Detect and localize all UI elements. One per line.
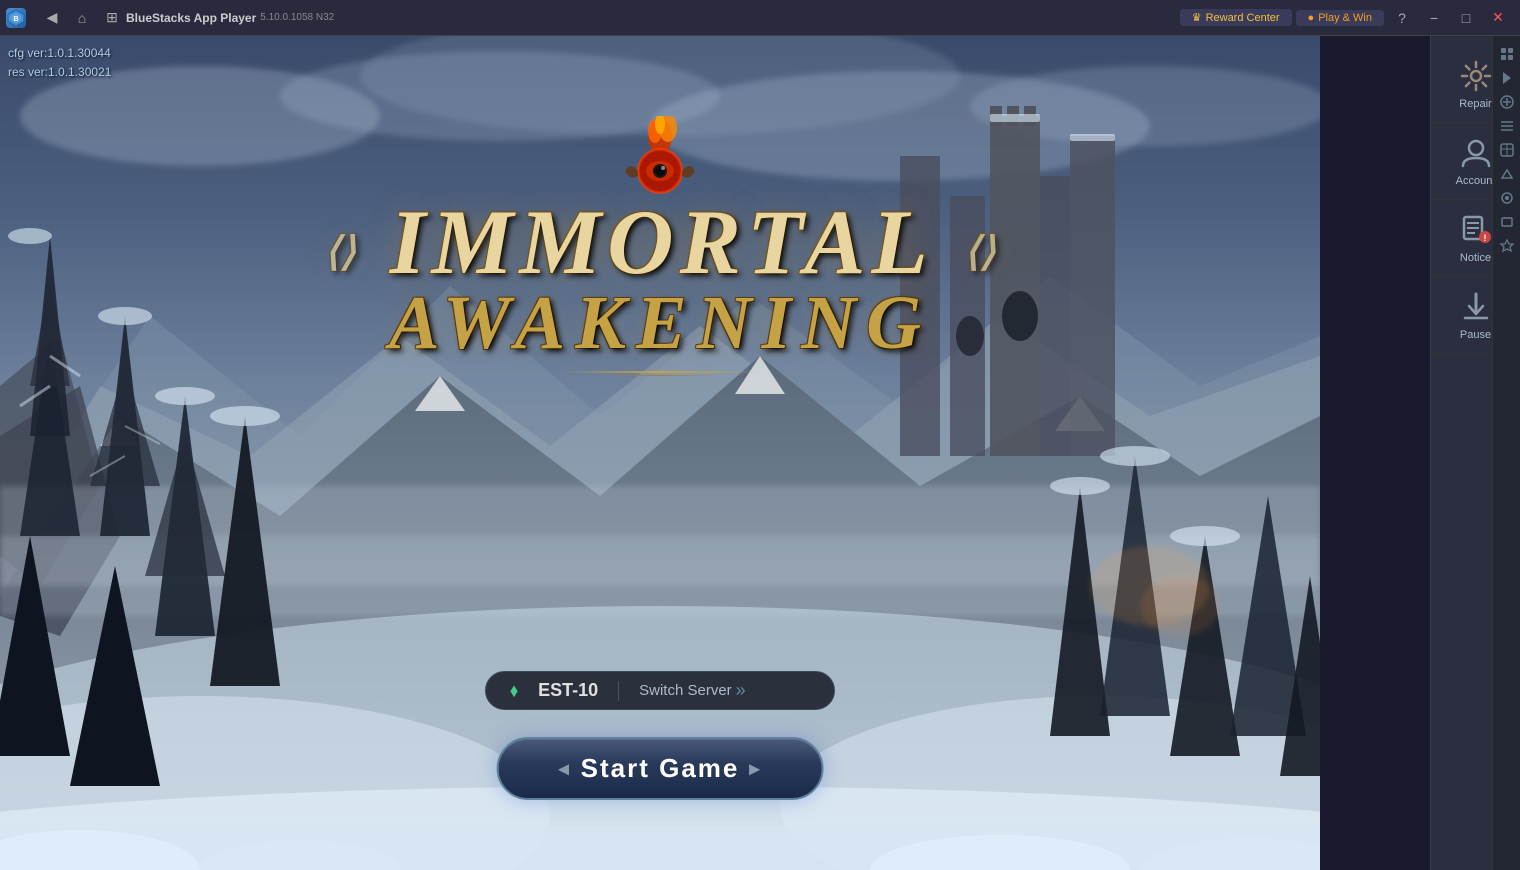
reward-center-label: Reward Center — [1206, 12, 1280, 24]
pause-icon — [1458, 289, 1494, 325]
arrow-right-icon: » — [736, 680, 746, 701]
help-button[interactable]: ? — [1388, 4, 1416, 32]
game-logo: ⟨⟩ IMMORTAL ⟨⟩ AWAKENING — [260, 116, 1060, 376]
titlebar: B ◀ ⌂ ⊞ BlueStacks App Player 5.10.0.105… — [0, 0, 1520, 36]
home-button[interactable]: ⌂ — [68, 4, 96, 32]
game-area: cfg ver:1.0.1.30044 res ver:1.0.1.30021 — [0, 36, 1320, 870]
svg-text:B: B — [13, 16, 18, 23]
strip-icon-7[interactable] — [1497, 188, 1517, 208]
maximize-button[interactable]: □ — [1452, 4, 1480, 32]
app-version: 5.10.0.1058 N32 — [260, 12, 334, 23]
switch-server-label: Switch Server — [639, 682, 732, 699]
account-label: Account — [1456, 175, 1496, 187]
titlebar-controls: ♛ Reward Center ● Play & Win ? − □ ✕ — [1180, 4, 1520, 32]
game-title-awakening: AWAKENING — [260, 280, 1060, 367]
svg-text:!: ! — [1483, 233, 1486, 243]
server-divider — [618, 681, 619, 701]
switch-server-button[interactable]: Switch Server » — [639, 680, 746, 701]
back-button[interactable]: ◀ — [38, 4, 66, 32]
strip-icon-3[interactable] — [1497, 92, 1517, 112]
titlebar-nav: ◀ ⌂ ⊞ — [38, 4, 126, 32]
repair-label: Repair — [1459, 98, 1491, 110]
strip-icon-4[interactable] — [1497, 116, 1517, 136]
account-icon — [1458, 135, 1494, 171]
start-game-arrow-left: ◂ — [559, 756, 571, 781]
strip-icon-6[interactable] — [1497, 164, 1517, 184]
strip-icon-9[interactable] — [1497, 236, 1517, 256]
server-diamond-icon: ⬧ — [510, 680, 518, 701]
version-info: cfg ver:1.0.1.30044 res ver:1.0.1.30021 — [8, 44, 111, 82]
bookmark-button[interactable]: ⊞ — [98, 4, 126, 32]
coin-icon: ● — [1308, 12, 1315, 24]
minimize-button[interactable]: − — [1420, 4, 1448, 32]
reward-center-button[interactable]: ♛ Reward Center — [1180, 9, 1292, 26]
notice-label: Notice — [1460, 252, 1491, 264]
pause-label: Pause — [1460, 329, 1491, 341]
game-title-immortal: ⟨⟩ IMMORTAL ⟨⟩ — [260, 196, 1060, 288]
server-name: EST-10 — [538, 680, 598, 701]
cfg-version: cfg ver:1.0.1.30044 — [8, 44, 111, 63]
bluestacks-logo: B — [6, 8, 26, 28]
app-name: BlueStacks App Player — [126, 11, 256, 25]
crown-icon: ♛ — [1192, 11, 1202, 24]
server-bar: ⬧ EST-10 Switch Server » — [485, 671, 835, 710]
notice-icon: ! — [1458, 212, 1494, 248]
strip-icon-2[interactable] — [1497, 68, 1517, 88]
far-right-strip — [1492, 36, 1520, 870]
strip-icon-5[interactable] — [1497, 140, 1517, 160]
gear-icon — [1458, 58, 1494, 94]
start-game-label: Start Game — [581, 753, 740, 784]
play-win-label: Play & Win — [1318, 12, 1372, 24]
play-win-button[interactable]: ● Play & Win — [1296, 10, 1384, 26]
res-version: res ver:1.0.1.30021 — [8, 63, 111, 82]
start-game-button[interactable]: ◂ Start Game ▸ — [497, 737, 824, 800]
close-button[interactable]: ✕ — [1484, 4, 1512, 32]
strip-icon-1[interactable] — [1497, 44, 1517, 64]
start-game-arrow-right: ▸ — [749, 756, 761, 781]
strip-icon-8[interactable] — [1497, 212, 1517, 232]
